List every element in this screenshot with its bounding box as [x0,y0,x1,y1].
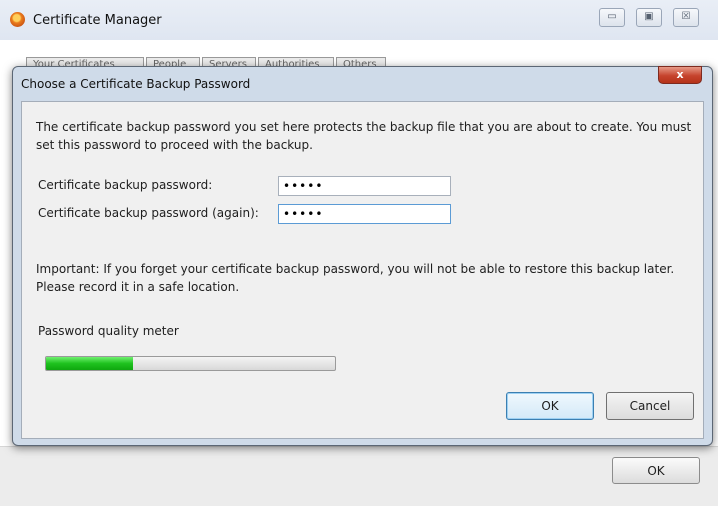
quality-meter-label: Password quality meter [38,324,179,338]
window-close-button[interactable]: ☒ [673,8,699,27]
intro-text: The certificate backup password you set … [36,120,692,152]
important-note: Important: If you forget your certificat… [36,262,675,294]
certificate-manager-title: Certificate Manager [33,13,162,28]
ok-button[interactable]: OK [506,392,594,420]
dialog-title: Choose a Certificate Backup Password [21,77,251,91]
maximize-button[interactable]: ▣ [636,8,662,27]
password-input[interactable] [278,176,451,196]
backup-password-dialog: Choose a Certificate Backup Password x T… [12,66,713,446]
password-again-label: Certificate backup password (again): [38,206,259,220]
dialog-close-button[interactable]: x [658,66,702,84]
password-again-input[interactable] [278,204,451,224]
password-quality-meter [45,356,336,371]
cancel-button[interactable]: Cancel [606,392,694,420]
manager-ok-button[interactable]: OK [612,457,700,484]
dialog-body: The certificate backup password you set … [21,101,704,439]
certificate-manager-titlebar: Certificate Manager ▭ ▣ ☒ [0,0,718,40]
password-label: Certificate backup password: [38,178,213,192]
certificate-manager-footer [0,446,718,506]
password-quality-meter-fill [46,357,133,370]
firefox-icon [10,12,25,27]
minimize-button[interactable]: ▭ [599,8,625,27]
